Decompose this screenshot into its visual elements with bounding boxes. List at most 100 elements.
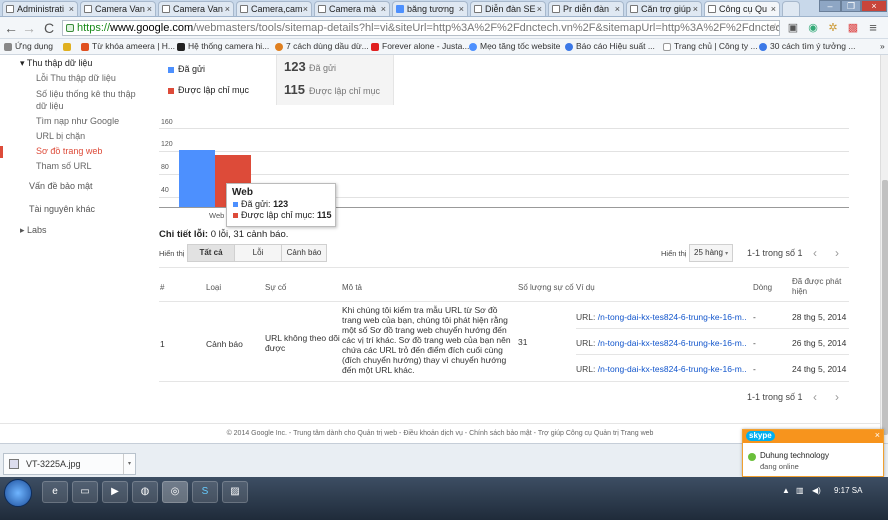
sidebar-item-url-parameters[interactable]: Tham số URL bbox=[36, 161, 92, 171]
close-window-icon[interactable]: × bbox=[861, 0, 887, 12]
example-url-link[interactable]: /n-tong-dai-kx-tes824-6-trung-ke-16-m... bbox=[598, 312, 746, 322]
minimize-icon[interactable]: – bbox=[819, 0, 841, 12]
example-url-row[interactable]: URL: /n-tong-dai-kx-tes824-6-trung-ke-16… bbox=[576, 364, 746, 374]
legend-indexed[interactable]: Được lập chỉ mục bbox=[166, 85, 249, 95]
start-button[interactable] bbox=[4, 479, 32, 507]
example-url-row[interactable]: URL: /n-tong-dai-kx-tes824-6-trung-ke-16… bbox=[576, 312, 746, 322]
bookmark-item[interactable]: Forever alone - Justa... bbox=[370, 39, 469, 54]
extension-icon[interactable]: ◉ bbox=[806, 21, 820, 35]
skype-notification[interactable]: skype × Duhung technology đang online bbox=[742, 429, 884, 477]
indexed-swatch bbox=[168, 88, 174, 94]
back-icon[interactable]: ← bbox=[2, 19, 20, 37]
close-tab-icon[interactable]: × bbox=[615, 2, 620, 16]
sidebar-item-blocked-urls[interactable]: URL bị chặn bbox=[36, 131, 85, 141]
sidebar-group-labs[interactable]: ▸ Labs bbox=[20, 225, 47, 236]
col-header-line[interactable]: Dòng bbox=[753, 283, 772, 293]
close-tab-icon[interactable]: × bbox=[381, 2, 386, 16]
filter-warnings-button[interactable]: Cảnh báo bbox=[281, 244, 327, 262]
filter-all-button[interactable]: Tất cả bbox=[187, 244, 235, 262]
sidebar-item-crawl-errors[interactable]: Lỗi Thu thập dữ liệu bbox=[36, 73, 116, 83]
extension-icon[interactable]: ▩ bbox=[846, 21, 860, 35]
rows-per-page-select[interactable]: 25 hàng ▾ bbox=[689, 244, 733, 262]
apps-icon bbox=[4, 43, 12, 51]
legend-submitted[interactable]: Đã gửi bbox=[166, 64, 205, 74]
rows-label: Hiển thị bbox=[661, 249, 687, 258]
close-tab-icon[interactable]: × bbox=[459, 2, 464, 16]
download-item[interactable]: VT-3225A.jpg ▾ bbox=[3, 453, 136, 475]
next-page-icon[interactable]: › bbox=[828, 245, 846, 261]
sidebar-item-fetch-as-google[interactable]: Tìm nạp như Google bbox=[36, 116, 119, 126]
col-header-count[interactable]: Số lượng sự cố bbox=[518, 283, 574, 293]
restore-icon[interactable]: ❐ bbox=[841, 0, 861, 12]
forward-icon[interactable]: → bbox=[20, 19, 38, 37]
bookmark-item[interactable]: Mẹo tăng tốc website bbox=[468, 39, 560, 54]
chrome-icon[interactable]: ◎ bbox=[162, 481, 188, 503]
bar-web-submitted[interactable] bbox=[179, 150, 215, 207]
browser-tab[interactable]: Căn trợ giúp × bbox=[626, 1, 702, 16]
address-bar[interactable]: https://www.google.com/webmasters/tools/… bbox=[62, 20, 780, 36]
browser-tab[interactable]: Camera Van × bbox=[80, 1, 156, 16]
menu-icon[interactable]: ≡ bbox=[866, 21, 880, 35]
example-url-row[interactable]: URL: /n-tong-dai-kx-tes824-6-trung-ke-16… bbox=[576, 338, 746, 348]
sidebar-item-sitemaps[interactable]: Sơ đồ trang web bbox=[36, 146, 102, 156]
col-header-detected[interactable]: Đã được phát hiện bbox=[792, 277, 848, 297]
example-url-link[interactable]: /n-tong-dai-kx-tes824-6-trung-ke-16-m... bbox=[598, 364, 746, 374]
bookmark-item[interactable]: 30 cách tìm ý tưởng ... bbox=[758, 39, 855, 54]
scrollbar-thumb[interactable] bbox=[882, 180, 888, 435]
folder-icon[interactable]: ▭ bbox=[72, 481, 98, 503]
sidebar-item-crawl-stats[interactable]: Số liệu thống kê thu thập dữ liệu bbox=[36, 88, 146, 112]
webmaster-tools-icon bbox=[708, 5, 716, 13]
browser-tab[interactable]: Pr diễn đàn × bbox=[548, 1, 624, 16]
bookmark-item[interactable]: 7 cách dùng dầu dừ... bbox=[274, 39, 369, 54]
skype-taskbar-icon[interactable]: S bbox=[192, 481, 218, 503]
reload-icon[interactable]: C bbox=[40, 19, 58, 37]
chevron-down-icon[interactable]: ▾ bbox=[123, 454, 135, 474]
browser-tab[interactable]: Camera Van × bbox=[158, 1, 234, 16]
bookmark-item[interactable]: Từ khóa ameera | H... bbox=[80, 39, 175, 54]
sidebar-section-crawl[interactable]: ▾ Thu thập dữ liệu bbox=[20, 58, 92, 69]
browser-tab[interactable]: Camera,cam × bbox=[236, 1, 312, 16]
sidebar-group-security[interactable]: Vấn đề bảo mật bbox=[29, 181, 93, 191]
close-tab-icon[interactable]: × bbox=[147, 2, 152, 16]
network-icon[interactable]: ▥ bbox=[796, 486, 804, 495]
taskbar-clock[interactable]: 9:17 SA bbox=[834, 486, 862, 495]
extension-icon[interactable]: ▣ bbox=[786, 21, 800, 35]
bookmark-item[interactable]: Hệ thống camera hi... bbox=[176, 39, 269, 54]
bookmark-item[interactable]: Báo cáo Hiệu suất ... bbox=[564, 39, 655, 54]
ie-icon[interactable]: e bbox=[42, 481, 68, 503]
close-tab-icon[interactable]: × bbox=[771, 2, 776, 16]
close-icon[interactable]: × bbox=[875, 430, 880, 440]
browser-tab-active[interactable]: Công cụ Qu × bbox=[704, 1, 780, 16]
more-bookmarks-icon[interactable]: » bbox=[868, 39, 885, 54]
volume-icon[interactable]: ◀) bbox=[812, 486, 821, 495]
extension-icon[interactable]: ✲ bbox=[826, 21, 840, 35]
close-tab-icon[interactable]: × bbox=[303, 2, 308, 16]
example-url-link[interactable]: /n-tong-dai-kx-tes824-6-trung-ke-16-m... bbox=[598, 338, 746, 348]
show-hidden-icons[interactable]: ▲ bbox=[782, 486, 790, 495]
close-tab-icon[interactable]: × bbox=[537, 2, 542, 16]
firefox-icon[interactable]: ◍ bbox=[132, 481, 158, 503]
bookmark-item[interactable]: Ứng dụng bbox=[3, 39, 53, 54]
bookmark-item[interactable]: Trang chủ | Công ty ... bbox=[662, 39, 758, 54]
filter-errors-button[interactable]: Lỗi bbox=[234, 244, 282, 262]
prev-page-icon[interactable]: ‹ bbox=[806, 245, 824, 261]
page-scrollbar[interactable] bbox=[880, 55, 888, 443]
new-tab-button[interactable] bbox=[782, 1, 800, 16]
gridline bbox=[159, 128, 849, 129]
browser-tab[interactable]: Camera mà × bbox=[314, 1, 390, 16]
close-tab-icon[interactable]: × bbox=[69, 2, 74, 16]
image-file-icon bbox=[9, 459, 19, 469]
browser-tab[interactable]: Diễn đàn SE × bbox=[470, 1, 546, 16]
browser-tab[interactable]: băng tương × bbox=[392, 1, 468, 16]
close-tab-icon[interactable]: × bbox=[225, 2, 230, 16]
star-icon[interactable]: ☆ bbox=[768, 21, 782, 35]
next-page-icon[interactable]: › bbox=[828, 389, 846, 405]
sidebar-group-other-resources[interactable]: Tài nguyên khác bbox=[29, 204, 95, 214]
close-tab-icon[interactable]: × bbox=[693, 2, 698, 16]
media-icon[interactable]: ▶ bbox=[102, 481, 128, 503]
prev-page-icon[interactable]: ‹ bbox=[806, 389, 824, 405]
col-header-type[interactable]: Loại bbox=[206, 283, 221, 293]
col-header-issue[interactable]: Sự cố bbox=[265, 283, 286, 293]
paint-icon[interactable]: ▨ bbox=[222, 481, 248, 503]
browser-tab[interactable]: Administrati × bbox=[2, 1, 78, 16]
